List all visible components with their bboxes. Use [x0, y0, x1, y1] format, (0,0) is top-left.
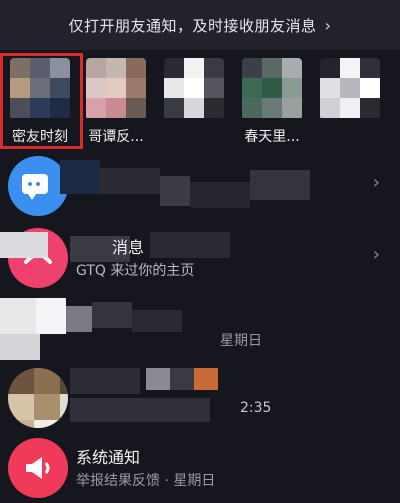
friend-name: 哥谭反... — [88, 129, 144, 145]
message-title: 消息 — [112, 238, 145, 257]
message-row-system[interactable]: 系统通知 举报结果反馈 · 星期日 — [0, 432, 400, 502]
user-avatar — [8, 368, 68, 428]
message-title: 系统通知 — [76, 448, 141, 467]
chevron-right-icon: › — [372, 244, 380, 265]
notification-banner[interactable]: 仅打开朋友通知，及时接收朋友消息 › — [0, 0, 400, 50]
message-row[interactable]: 2:35 — [0, 362, 400, 432]
highlight-box — [0, 53, 83, 149]
chat-bubble-icon — [8, 156, 68, 216]
message-subtitle: GTQ 来过你的主页 — [76, 263, 195, 279]
message-row[interactable]: 星期日 — [0, 292, 400, 362]
chevron-right-icon: › — [324, 15, 332, 35]
megaphone-icon — [8, 438, 68, 498]
friend-item[interactable]: 春天里... — [236, 58, 308, 150]
friend-item[interactable]: 哥谭反... — [80, 58, 152, 150]
message-row[interactable]: › — [0, 150, 400, 220]
friend-avatar — [86, 58, 146, 120]
friend-name: 春天里... — [244, 129, 300, 145]
friend-avatar — [242, 58, 302, 120]
message-time: 2:35 — [240, 400, 272, 416]
message-subtitle: 举报结果反馈 · 星期日 — [76, 473, 216, 489]
friend-avatar — [164, 58, 224, 120]
chevron-right-icon: › — [372, 172, 380, 193]
friend-avatar — [320, 58, 380, 120]
notification-banner-text: 仅打开朋友通知，及时接收朋友消息 — [68, 16, 317, 35]
friend-item[interactable] — [158, 58, 230, 150]
message-time: 星期日 — [220, 333, 262, 349]
message-row-visitors[interactable]: 消息 GTQ 来过你的主页 › — [0, 222, 400, 292]
friend-item[interactable] — [314, 58, 386, 150]
